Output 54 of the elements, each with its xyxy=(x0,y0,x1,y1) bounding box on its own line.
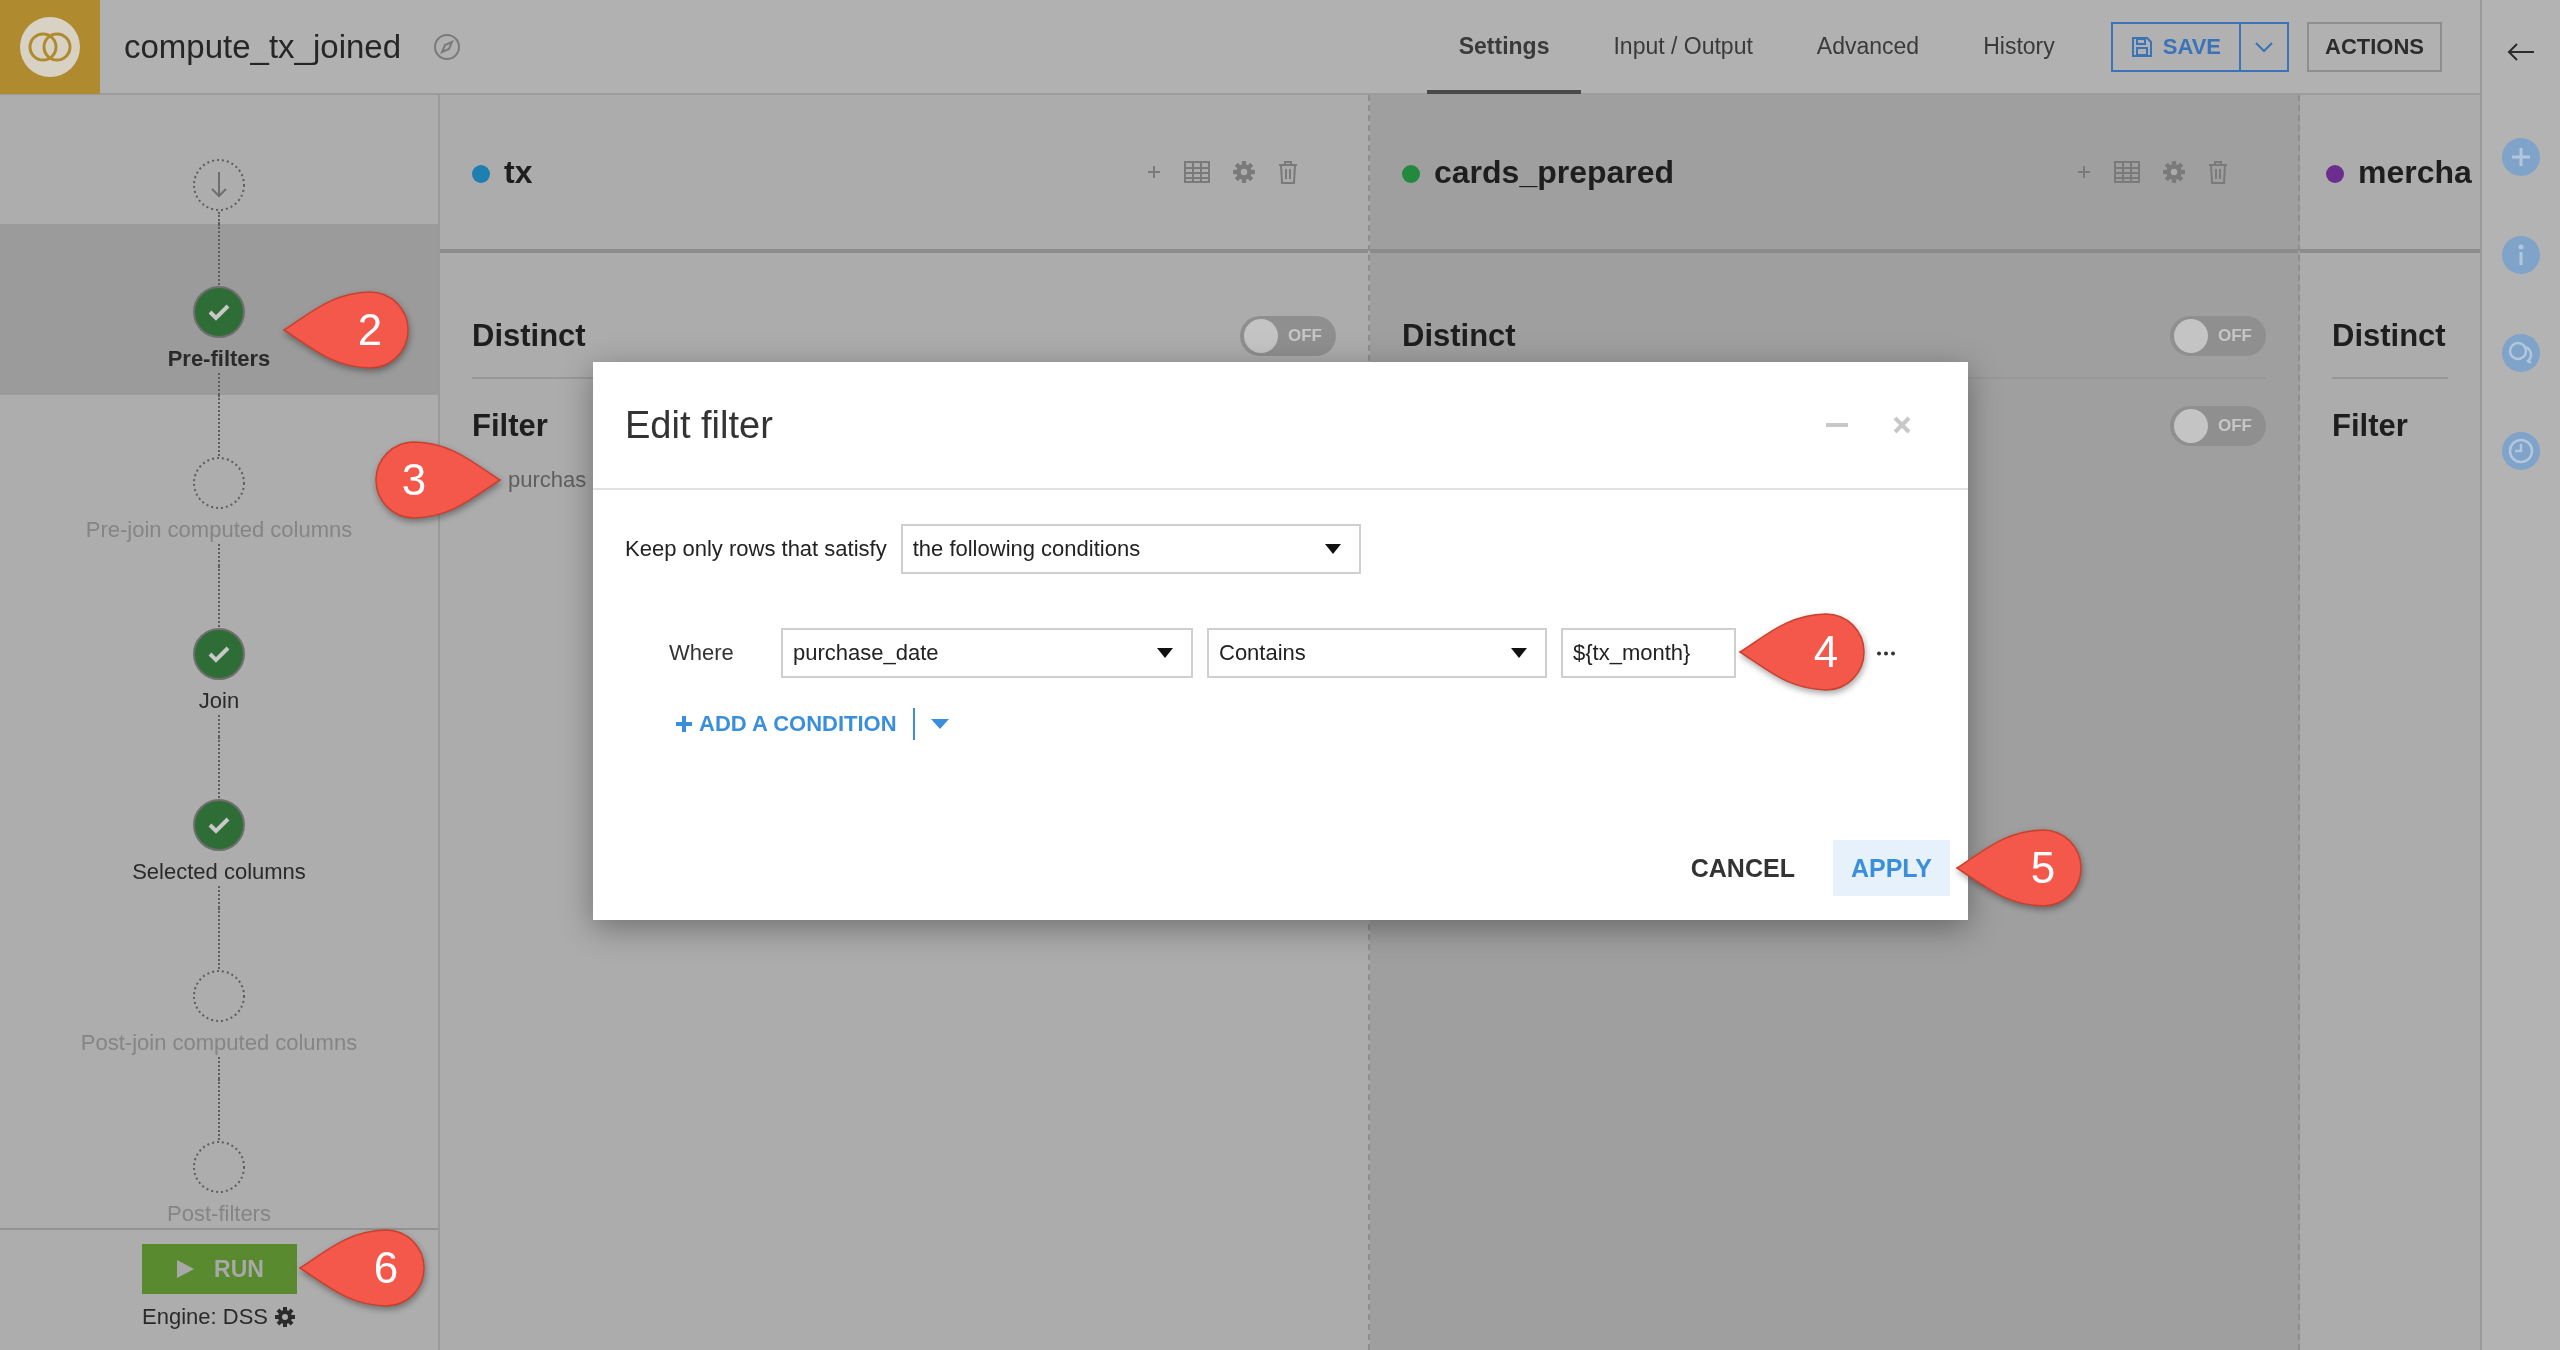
chevron-down-icon xyxy=(2254,40,2274,53)
back-arrow-icon[interactable] xyxy=(2506,41,2536,63)
recipe-title: compute_tx_joined xyxy=(124,27,402,66)
compass-icon[interactable] xyxy=(433,32,462,61)
engine-label: Engine: DSS xyxy=(142,1304,268,1330)
more-icon[interactable] xyxy=(1876,650,1896,656)
tab[interactable]: History xyxy=(1951,0,2087,94)
cancel-button[interactable]: CANCEL xyxy=(1676,853,1809,883)
callout-marker: 3 xyxy=(372,440,502,520)
option-label: Distinct xyxy=(472,318,586,354)
step-item[interactable]: Selected columns xyxy=(132,858,306,886)
clock-icon[interactable] xyxy=(2501,431,2541,471)
dataset-name: mercha xyxy=(2358,153,2472,191)
option-label: Distinct xyxy=(1402,318,1516,354)
option-label: Filter xyxy=(2332,408,2408,444)
callout-marker: 2 xyxy=(282,290,412,370)
close-icon[interactable] xyxy=(1892,415,1912,435)
chat-icon[interactable] xyxy=(2501,333,2541,373)
info-icon[interactable] xyxy=(2501,235,2541,275)
dialog-title: Edit filter xyxy=(625,403,773,447)
apply-button[interactable]: APPLY xyxy=(1832,840,1950,896)
callout-marker: 5 xyxy=(1955,828,2085,908)
add-icon[interactable] xyxy=(1146,164,1162,180)
caret-icon xyxy=(1511,648,1527,658)
callout-marker: 6 xyxy=(298,1228,428,1308)
option-label: Distinct xyxy=(2332,318,2446,354)
actions-button[interactable]: ACTIONS xyxy=(2307,21,2442,72)
table-icon[interactable] xyxy=(1184,161,1210,183)
minimize-icon[interactable] xyxy=(1826,423,1848,427)
dataset-name: cards_prepared xyxy=(1434,153,1675,191)
tab[interactable]: Input / Output xyxy=(1581,0,1785,94)
filter-summary: purchas xyxy=(508,467,587,493)
trash-icon[interactable] xyxy=(1278,160,1298,184)
add-condition-button[interactable]: ADD A CONDITION xyxy=(675,711,897,737)
dataset-name: tx xyxy=(504,153,533,191)
step-item[interactable]: Pre-filters xyxy=(167,345,271,373)
step-item[interactable]: Join xyxy=(198,687,240,715)
where-label: Where xyxy=(669,640,735,666)
callout-marker: 4 xyxy=(1738,612,1868,692)
mode-dropdown[interactable]: the following conditions xyxy=(900,524,1361,574)
column-dropdown[interactable]: purchase_date xyxy=(781,628,1193,678)
add-icon[interactable] xyxy=(2076,164,2092,180)
add-icon[interactable] xyxy=(2501,137,2541,177)
keep-rows-label: Keep only rows that satisfy xyxy=(625,536,887,562)
operator-dropdown[interactable]: Contains xyxy=(1207,628,1547,678)
plus-icon xyxy=(675,715,693,733)
app-logo[interactable] xyxy=(0,0,100,94)
caret-icon xyxy=(1324,544,1341,554)
tab[interactable]: Advanced xyxy=(1784,0,1952,94)
caret-icon[interactable] xyxy=(930,719,949,729)
trash-icon[interactable] xyxy=(2208,160,2228,184)
table-icon[interactable] xyxy=(2114,161,2140,183)
value-field[interactable]: ${tx_month} xyxy=(1561,628,1736,678)
caret-icon xyxy=(1157,648,1173,658)
